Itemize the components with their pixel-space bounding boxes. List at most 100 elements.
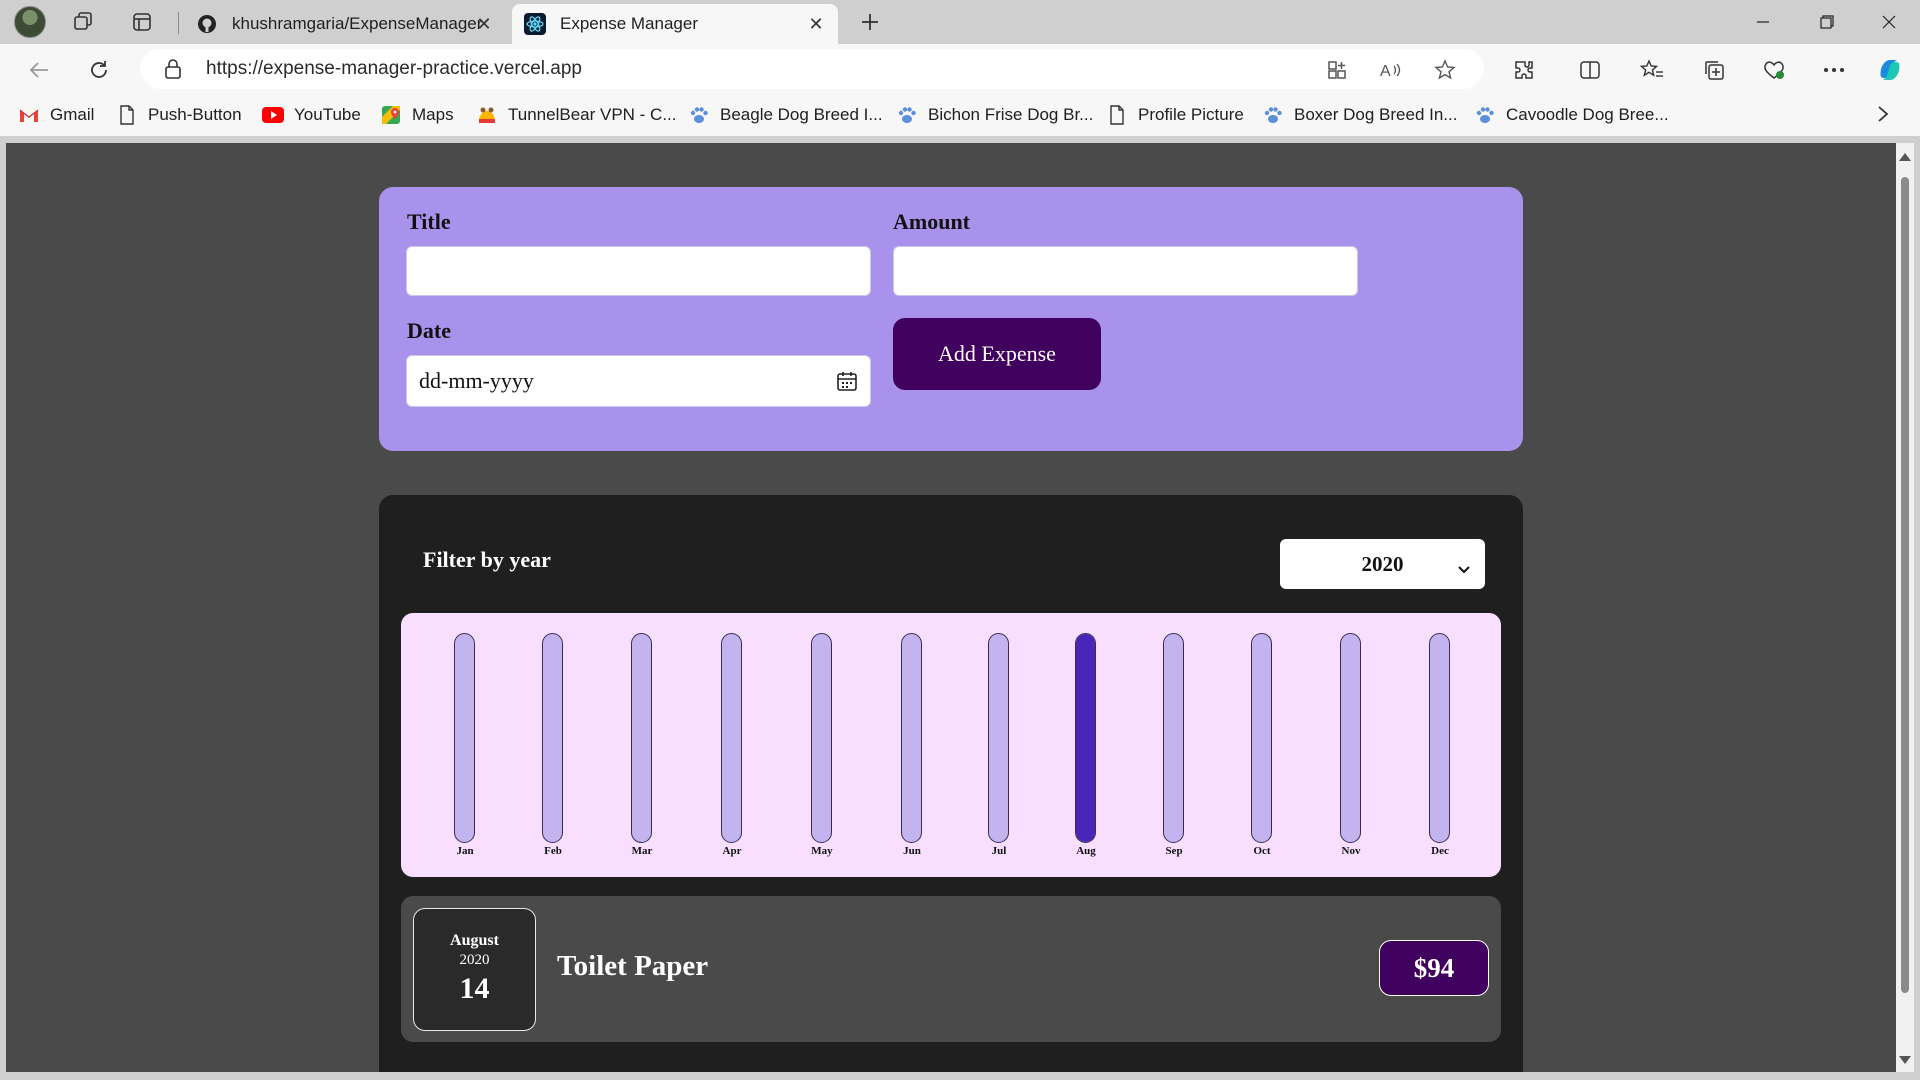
tunnelbear-icon <box>476 104 498 126</box>
minimize-icon[interactable] <box>1740 4 1786 40</box>
date-label: Date <box>407 318 451 343</box>
workspaces-icon[interactable] <box>68 6 100 38</box>
chart-month-label: May <box>811 845 833 857</box>
chart-bar-aug <box>1075 633 1096 843</box>
bookmark-label: Beagle Dog Breed I... <box>720 105 883 124</box>
close-tab-icon[interactable]: ✕ <box>472 12 496 36</box>
page-icon <box>116 104 138 126</box>
bookmark-label: Bichon Frise Dog Br... <box>928 105 1094 124</box>
read-aloud-icon[interactable]: A <box>1376 55 1406 85</box>
bookmark-tunnelbear[interactable]: TunnelBear VPN - C... <box>476 103 677 127</box>
bookmark-boxer[interactable]: Boxer Dog Breed In... <box>1262 103 1457 127</box>
tab-github[interactable]: khushramgaria/ExpenseManager ✕ <box>184 4 506 44</box>
profile-avatar[interactable] <box>14 6 46 38</box>
maps-icon <box>380 104 402 126</box>
bookmark-cavoodle[interactable]: Cavoodle Dog Bree... <box>1474 103 1669 127</box>
collections-icon[interactable] <box>1698 54 1730 86</box>
new-expense-form: Title Amount Date dd-mm-yyyy Add Expense <box>379 187 1523 451</box>
bookmark-profile-picture[interactable]: Profile Picture <box>1106 103 1244 127</box>
extensions-icon[interactable] <box>1508 54 1540 86</box>
scroll-up-icon[interactable] <box>1899 153 1911 161</box>
address-bar[interactable]: https://expense-manager-practice.vercel.… <box>140 49 1484 89</box>
browser-tab-strip: khushramgaria/ExpenseManager ✕ Expense M… <box>0 0 1920 44</box>
date-placeholder: dd-mm-yyyy <box>419 368 534 393</box>
gmail-icon <box>18 104 40 126</box>
title-input[interactable] <box>406 246 871 296</box>
chart-bar-feb <box>542 633 563 843</box>
chart-month-label: Jun <box>903 845 921 857</box>
chart-bar-may <box>811 633 832 843</box>
bookmark-maps[interactable]: Maps <box>380 103 454 127</box>
chart-month-label: Dec <box>1431 845 1449 857</box>
chart-bar-jun <box>901 633 922 843</box>
close-tab-icon[interactable]: ✕ <box>804 12 828 36</box>
chart-month-label: Feb <box>544 845 562 857</box>
tab-separator <box>178 12 179 34</box>
chevron-right-icon[interactable] <box>1876 104 1890 129</box>
chart-bar-oct <box>1251 633 1272 843</box>
bookmark-label: Boxer Dog Breed In... <box>1294 105 1458 124</box>
tab-expense-manager[interactable]: Expense Manager ✕ <box>512 4 838 44</box>
page-scrollbar[interactable] <box>1896 143 1914 1072</box>
bookmark-label: YouTube <box>294 105 361 124</box>
restore-icon[interactable] <box>1804 4 1850 40</box>
calendar-icon[interactable] <box>836 370 858 392</box>
chart-bar-dec <box>1429 633 1450 843</box>
bookmark-label: Maps <box>412 105 454 124</box>
year-select[interactable]: 2020 <box>1280 539 1485 589</box>
expense-month: August <box>450 932 499 949</box>
year-select-value: 2020 <box>1361 551 1404 576</box>
chart-bar-jan <box>454 633 475 843</box>
expense-item: August 2020 14 Toilet Paper $94 <box>401 896 1501 1042</box>
close-window-icon[interactable] <box>1866 4 1912 40</box>
bookmark-label: TunnelBear VPN - C... <box>508 105 677 124</box>
bookmarks-bar: Gmail Push-Button YouTube Maps TunnelBea… <box>0 94 1920 136</box>
add-expense-button[interactable]: Add Expense <box>893 318 1101 390</box>
browser-toolbar: https://expense-manager-practice.vercel.… <box>0 44 1920 94</box>
tab-title: Expense Manager <box>560 14 698 33</box>
expense-day: 14 <box>459 972 490 1005</box>
copilot-icon[interactable] <box>1874 54 1906 86</box>
more-options-icon[interactable] <box>1818 54 1850 86</box>
bookmark-gmail[interactable]: Gmail <box>18 103 94 127</box>
react-icon <box>524 13 546 35</box>
new-tab-button[interactable] <box>854 6 886 38</box>
chart-bar-sep <box>1163 633 1184 843</box>
chart-bar-mar <box>631 633 652 843</box>
chart-bar-nov <box>1340 633 1361 843</box>
lock-icon[interactable] <box>164 58 182 85</box>
chart-month-label: Nov <box>1341 845 1361 857</box>
split-screen-icon[interactable] <box>1574 54 1606 86</box>
reload-icon[interactable] <box>82 53 116 87</box>
paw-icon <box>688 104 710 126</box>
bookmark-label: Gmail <box>50 105 95 124</box>
chevron-down-icon <box>1457 556 1471 581</box>
paw-icon <box>1262 104 1284 126</box>
vertical-tabs-icon[interactable] <box>126 6 158 38</box>
bookmark-youtube[interactable]: YouTube <box>262 103 361 127</box>
page-icon <box>1106 104 1128 126</box>
bookmark-push-button[interactable]: Push-Button <box>116 103 242 127</box>
date-input[interactable]: dd-mm-yyyy <box>406 355 871 407</box>
favorite-star-icon[interactable] <box>1430 55 1460 85</box>
back-icon[interactable] <box>22 53 56 87</box>
bookmark-bichon[interactable]: Bichon Frise Dog Br... <box>896 103 1093 127</box>
browser-essentials-icon[interactable] <box>1758 54 1790 86</box>
amount-input[interactable] <box>893 246 1358 296</box>
expense-amount: $94 <box>1379 940 1489 996</box>
favorites-icon[interactable] <box>1636 54 1668 86</box>
amount-label: Amount <box>893 209 971 234</box>
chart-month-label: Sep <box>1165 845 1183 857</box>
paw-icon <box>896 104 918 126</box>
chart-month-label: Oct <box>1253 845 1271 857</box>
scrollbar-thumb[interactable] <box>1901 177 1909 993</box>
expenses-chart: Jan Feb Mar Apr May Jun Jul Aug Sep Oct Nov Dec <box>401 613 1501 877</box>
youtube-icon <box>262 104 284 126</box>
bookmark-label: Profile Picture <box>1138 105 1244 124</box>
scroll-down-icon[interactable] <box>1899 1056 1911 1064</box>
svg-text:A: A <box>1380 63 1391 80</box>
bookmark-beagle[interactable]: Beagle Dog Breed I... <box>688 103 883 127</box>
filter-label: Filter by year <box>423 547 551 572</box>
expense-year: 2020 <box>459 952 490 968</box>
app-available-icon[interactable] <box>1322 55 1352 85</box>
